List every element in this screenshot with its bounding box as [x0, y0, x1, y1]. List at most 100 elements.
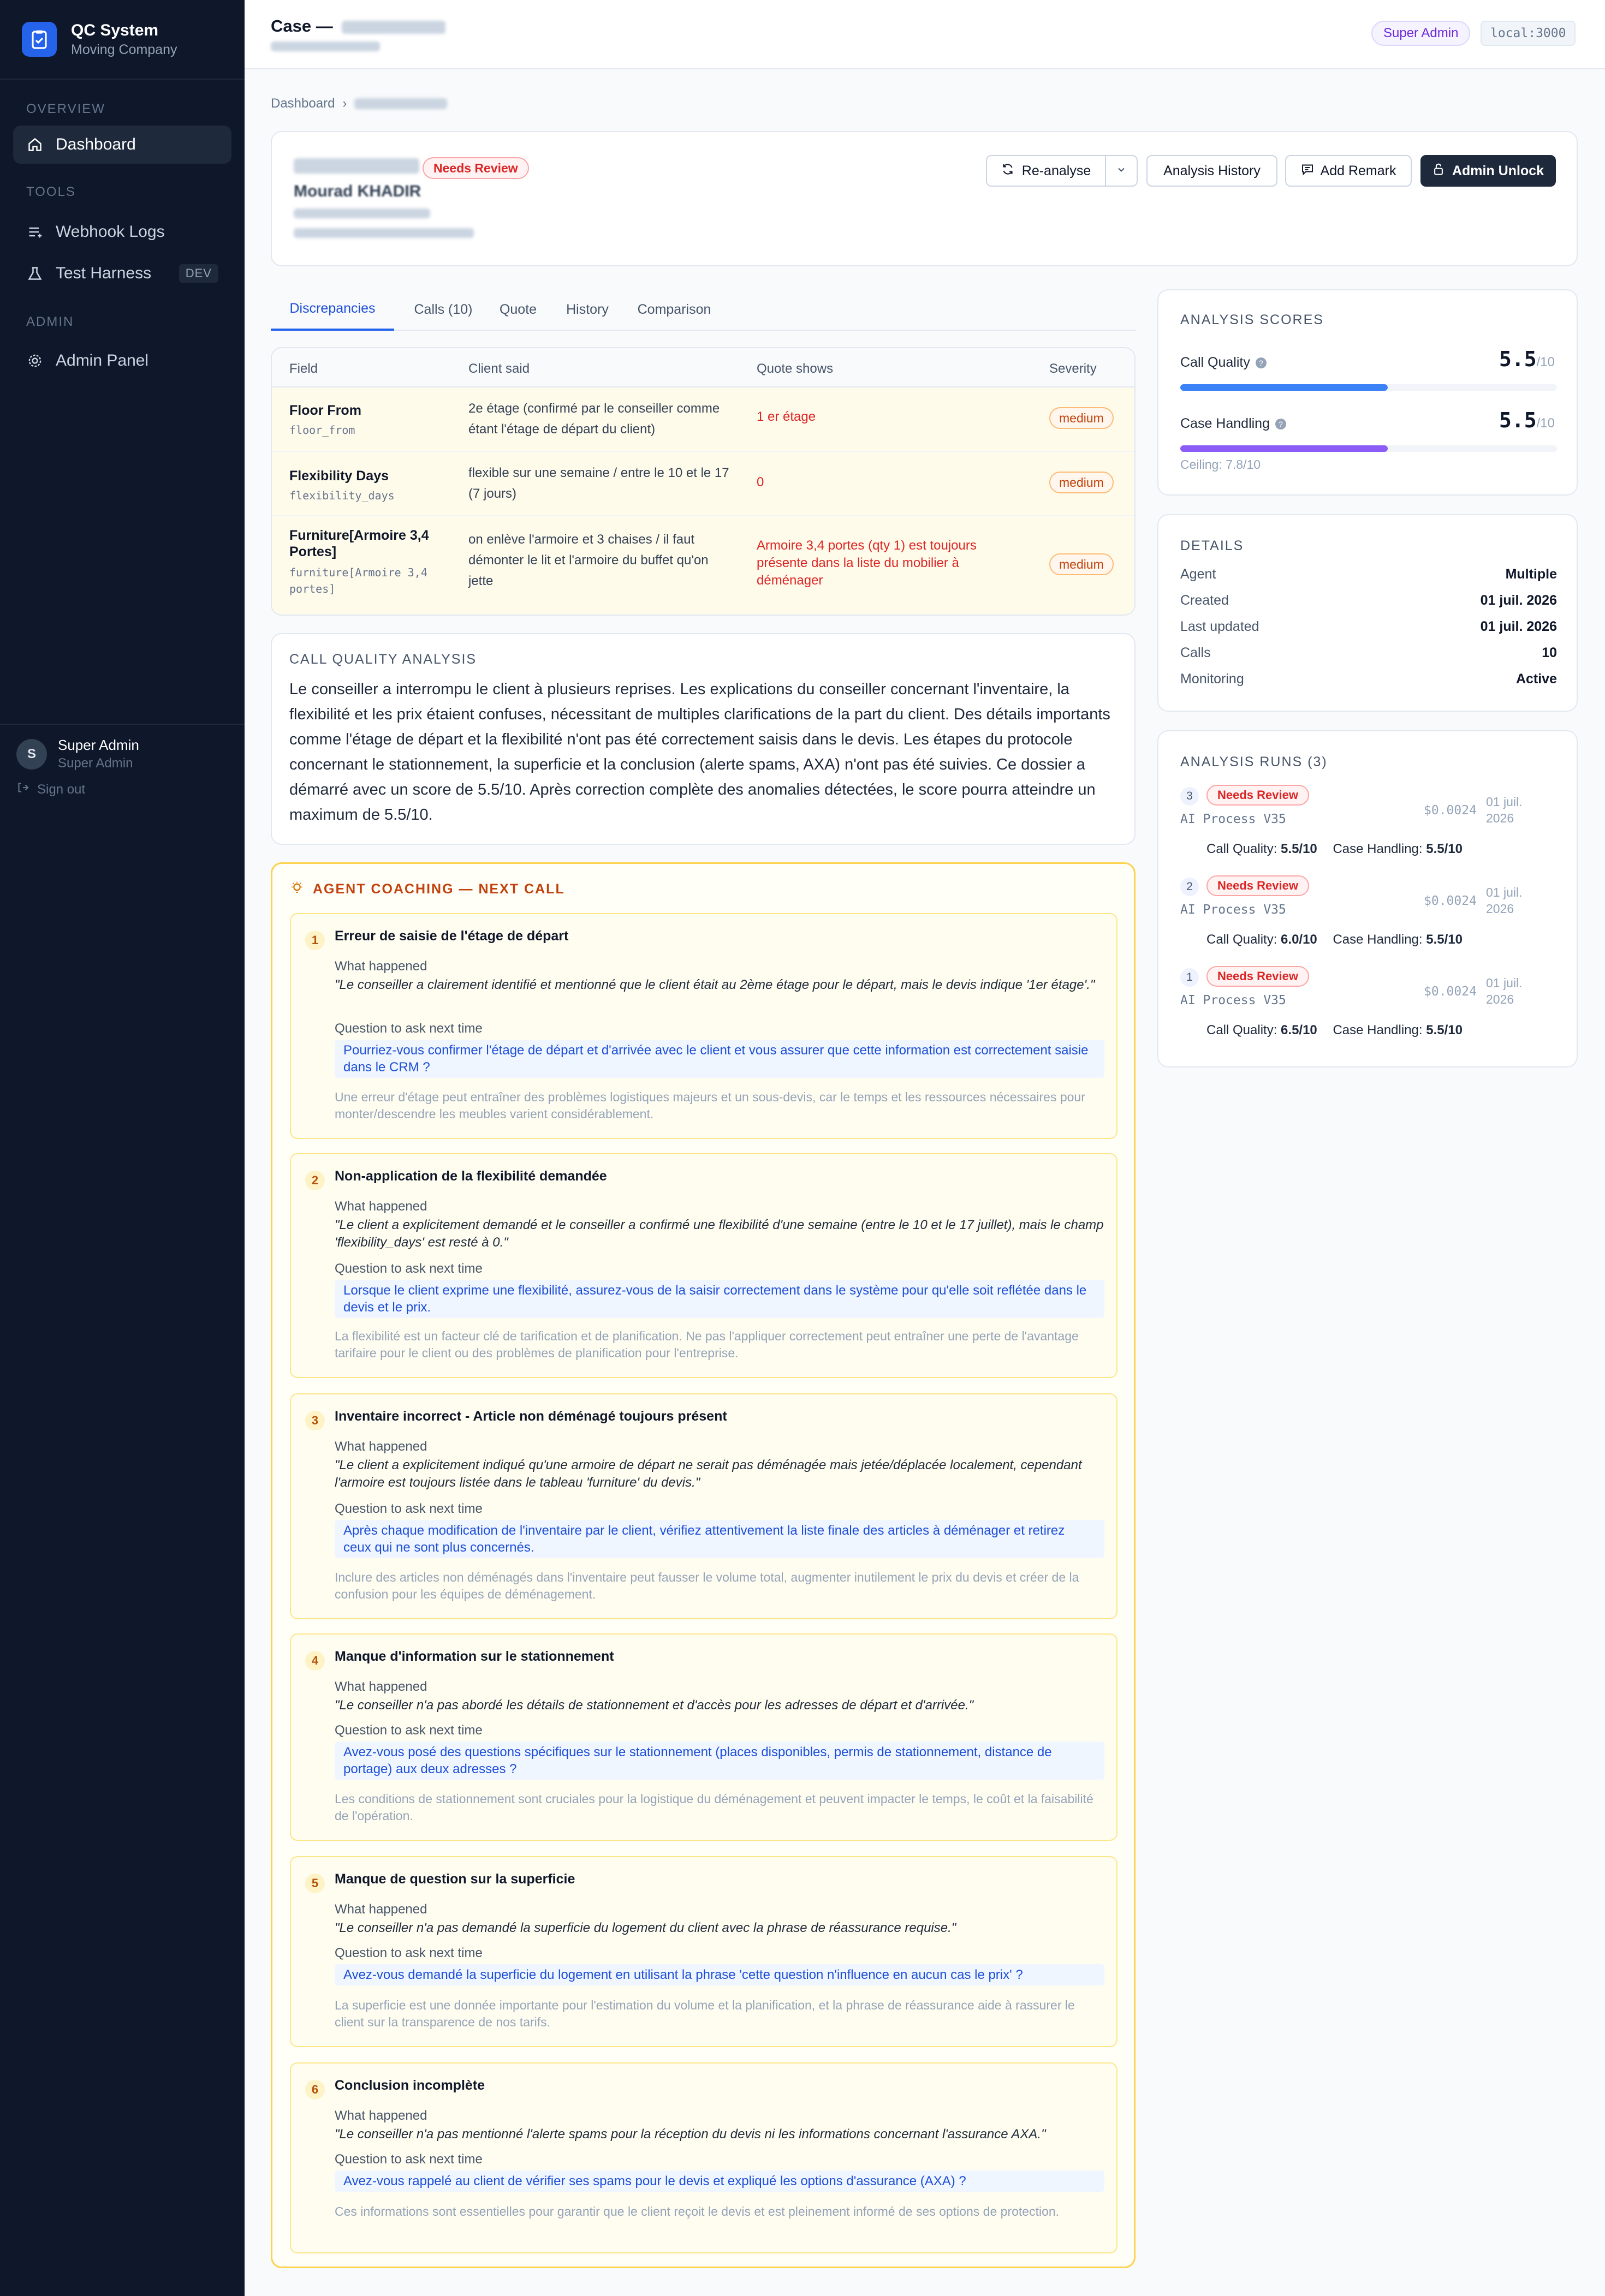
brand: QC System Moving Company: [0, 0, 245, 80]
user-name: Super Admin: [58, 737, 139, 753]
add-remark-button[interactable]: Add Remark: [1285, 155, 1412, 187]
ask-label: Question to ask next time: [335, 1501, 483, 1516]
run-item[interactable]: 1 Needs Review AI Process V35 $0.0024 01…: [1158, 966, 1579, 1050]
section-overview: OVERVIEW: [26, 102, 105, 116]
sidebar-item-dashboard[interactable]: Dashboard: [13, 126, 231, 164]
case-handling-score-label: Case Handling ?: [1180, 416, 1286, 432]
case-handling-value: 5.5: [1499, 408, 1537, 432]
host-badge: local:3000: [1481, 21, 1576, 46]
gear-icon: [27, 353, 43, 368]
sidebar-item-test-harness[interactable]: Test Harness DEV: [13, 254, 231, 293]
run-process: AI Process V35: [1180, 812, 1286, 826]
help-icon[interactable]: ?: [1275, 418, 1286, 430]
case-header-card: Needs Review Mourad KHADIR: [271, 131, 1578, 266]
coaching-heading: AGENT COACHING — NEXT CALL: [290, 880, 565, 898]
analysis-scores-card: ANALYSIS SCORES Call Quality ? 5.5 /10 C…: [1157, 289, 1578, 496]
coaching-item: 2 Non-application de la flexibilité dema…: [290, 1153, 1117, 1378]
breadcrumb-current: [354, 98, 448, 109]
breadcrumb-dashboard[interactable]: Dashboard: [271, 96, 335, 111]
page-title: Case —: [271, 16, 446, 36]
run-number: 1: [1180, 968, 1199, 987]
ask-question: Avez-vous demandé la superficie du logem…: [335, 1964, 1104, 1985]
what-happened-text: "Le conseiller n'a pas mentionné l'alert…: [335, 2127, 1046, 2142]
case-handling-label: Case Handling: [1180, 416, 1270, 431]
reanalyse-dropdown-button[interactable]: [1105, 155, 1138, 187]
coaching-note: Une erreur d'étage peut entraîner des pr…: [335, 1090, 1085, 1121]
redacted-case-ref: [294, 158, 419, 174]
coaching-title: Conclusion incomplète: [335, 2078, 485, 2093]
what-happened-text: "Le conseiller a clairement identifié et…: [335, 977, 1095, 992]
tab-comparison[interactable]: Comparison: [633, 288, 715, 331]
coaching-note: Ces informations sont essentielles pour …: [335, 2204, 1060, 2219]
admin-unlock-button[interactable]: Admin Unlock: [1420, 155, 1556, 187]
header-client-said: Client said: [468, 361, 530, 376]
refresh-icon: [1001, 163, 1014, 180]
run-ch-label: Case Handling:: [1333, 842, 1423, 856]
scores-heading: ANALYSIS SCORES: [1180, 312, 1324, 327]
what-happened-text: "Le conseiller n'a pas abordé les détail…: [335, 1698, 974, 1713]
quote-shows: 1 er étage: [757, 409, 816, 424]
detail-row: Monitoring Active: [1180, 671, 1557, 687]
app-name: QC System: [71, 21, 159, 39]
field-key: furniture[Armoire 3,4 portes]: [289, 566, 427, 595]
coaching-item: 4 Manque d'information sur le stationnem…: [290, 1633, 1117, 1841]
what-happened-label: What happened: [335, 2108, 427, 2123]
run-cost: $0.0024: [1424, 894, 1477, 908]
ask-label: Question to ask next time: [335, 1261, 483, 1276]
lightbulb-icon: [290, 880, 304, 898]
coaching-item: 6 Conclusion incomplète What happened "L…: [290, 2062, 1117, 2253]
redacted-email: [294, 228, 474, 238]
run-date: 01 juil. 2026: [1486, 794, 1522, 826]
call-quality-heading: CALL QUALITY ANALYSIS: [289, 652, 477, 667]
detail-key: Last updated: [1180, 619, 1259, 634]
reanalyse-label: Re-analyse: [1021, 163, 1091, 178]
avatar: S: [16, 738, 47, 770]
run-date-year: 2026: [1486, 902, 1514, 916]
run-item[interactable]: 3 Needs Review AI Process V35 $0.0024 01…: [1158, 785, 1579, 869]
run-date-year: 2026: [1486, 992, 1514, 1006]
redacted-case-id: [342, 20, 446, 34]
tab-discrepancies[interactable]: Discrepancies: [271, 288, 394, 331]
run-status-badge: Needs Review: [1206, 875, 1309, 896]
table-row: Flexibility Days flexibility_days flexib…: [272, 452, 1134, 516]
run-item[interactable]: 2 Needs Review AI Process V35 $0.0024 01…: [1158, 875, 1579, 959]
message-icon: [1301, 163, 1314, 180]
tab-calls[interactable]: Calls (10): [407, 288, 479, 331]
breadcrumb-separator: ›: [342, 96, 347, 111]
ceiling-text: Ceiling: 7.8/10: [1180, 457, 1261, 472]
reanalyse-button[interactable]: Re-analyse: [986, 155, 1106, 187]
coaching-number: 5: [305, 1874, 325, 1893]
call-quality-card: CALL QUALITY ANALYSIS Le conseiller a in…: [271, 633, 1136, 845]
help-icon[interactable]: ?: [1255, 357, 1267, 368]
tab-quote[interactable]: Quote: [494, 288, 543, 331]
sidebar-item-webhook-logs[interactable]: Webhook Logs: [13, 213, 231, 251]
ask-question: Avez-vous rappelé au client de vérifier …: [335, 2170, 1104, 2192]
section-admin: ADMIN: [26, 314, 74, 329]
sidebar-item-admin-panel[interactable]: Admin Panel: [13, 342, 231, 380]
sidebar-item-label: Dashboard: [56, 135, 136, 153]
unlock-icon: [1432, 163, 1444, 180]
tab-history[interactable]: History: [560, 288, 615, 331]
analysis-history-button[interactable]: Analysis History: [1146, 155, 1277, 187]
coaching-note: La superficie est une donnée importante …: [335, 1998, 1075, 2029]
call-quality-score-label: Call Quality ?: [1180, 355, 1267, 371]
home-icon: [27, 137, 43, 152]
run-date: 01 juil. 2026: [1486, 975, 1522, 1007]
call-quality-track: [1180, 384, 1557, 391]
detail-value: 01 juil. 2026: [1480, 619, 1557, 634]
discrepancies-table: Field Client said Quote shows Severity F…: [271, 347, 1136, 616]
signout-link[interactable]: Sign out: [16, 781, 228, 798]
run-scores: Call Quality: 6.5/10 Case Handling: 5.5/…: [1206, 1023, 1463, 1038]
coaching-title: Non-application de la flexibilité demand…: [335, 1168, 607, 1184]
sidebar: QC System Moving Company OVERVIEW Dashbo…: [0, 0, 245, 2296]
coaching-number: 3: [305, 1411, 325, 1430]
coaching-card: AGENT COACHING — NEXT CALL 1 Erreur de s…: [271, 862, 1136, 2268]
run-scores: Call Quality: 5.5/10 Case Handling: 5.5/…: [1206, 842, 1463, 857]
run-ch-value: 5.5/10: [1426, 1023, 1463, 1037]
severity-badge: medium: [1049, 553, 1114, 575]
coaching-number: 2: [305, 1171, 325, 1190]
coaching-label: AGENT COACHING — NEXT CALL: [313, 881, 565, 897]
run-cq-label: Call Quality:: [1206, 932, 1277, 947]
quote-shows: Armoire 3,4 portes (qty 1) est toujours …: [757, 538, 977, 588]
what-happened-text: "Le conseiller n'a pas demandé la superf…: [335, 1921, 956, 1935]
